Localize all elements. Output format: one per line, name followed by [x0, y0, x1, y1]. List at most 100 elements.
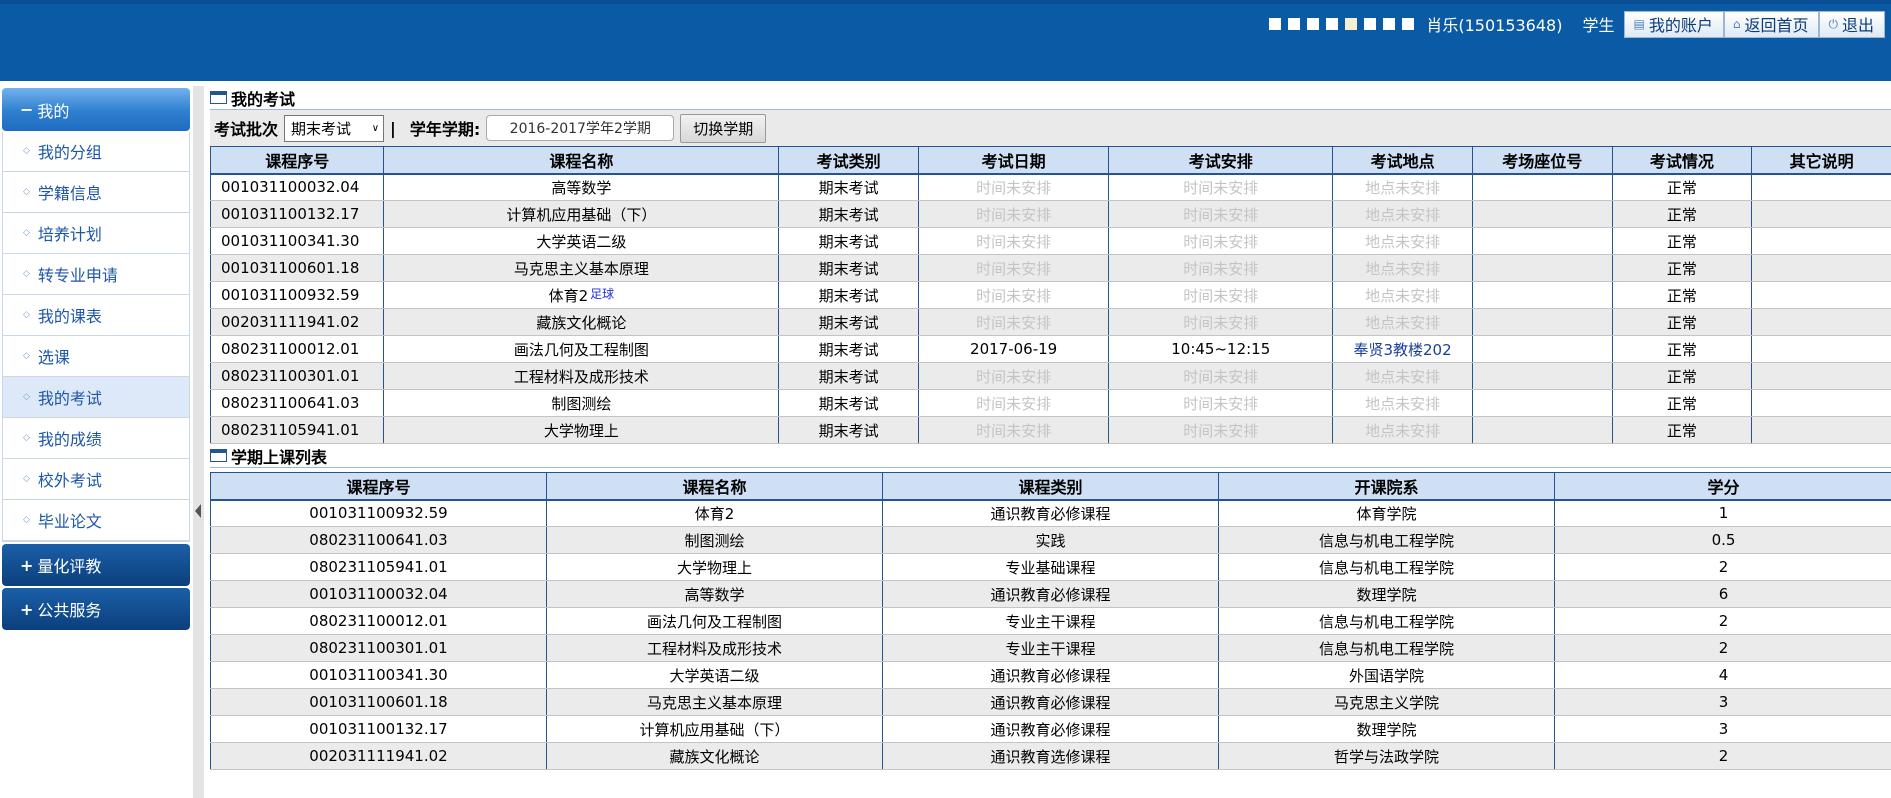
main-content: 我的考试 考试批次 期末考试 ∨ | 学年学期: 2016-2017学年2学期 …: [209, 86, 1891, 770]
collapse-arrow-icon[interactable]: [195, 504, 201, 518]
power-icon: ⏻: [1828, 16, 1838, 31]
column-header[interactable]: 课程名称: [383, 146, 780, 175]
column-header[interactable]: 考试类别: [778, 146, 920, 175]
user-role: 学生: [1582, 16, 1615, 35]
course-name-cell: 体育2: [546, 499, 883, 527]
exam-place-cell: 地点未安排: [1332, 227, 1473, 255]
course-category-cell: 通识教育必修课程: [882, 688, 1219, 716]
exam-date-cell: 时间未安排: [918, 389, 1110, 417]
course-title: 学期上课列表: [231, 447, 328, 467]
course-name-cell: 工程材料及成形技术: [383, 362, 780, 390]
my-account-button[interactable]: ▤ 我的账户: [1624, 10, 1724, 38]
column-header[interactable]: 开课院系: [1218, 472, 1555, 501]
square-icon: [1402, 18, 1415, 30]
course-category-cell: 通识教育必修课程: [882, 580, 1219, 608]
sidebar-splitter[interactable]: [193, 86, 204, 798]
bullet-icon: ◇: [23, 515, 30, 525]
course-name-cell: 大学英语二级: [383, 227, 780, 255]
course-credit-cell: 2: [1554, 634, 1891, 662]
course-code-cell: 080231105941.01: [210, 553, 547, 581]
note-cell: [1751, 200, 1891, 228]
sidebar-item[interactable]: ◇ 我的分组: [3, 131, 189, 172]
sidebar-item[interactable]: ◇ 校外考试: [3, 459, 189, 500]
table-row: 002031111941.02 藏族文化概论 期末考试 时间未安排 时间未安排 地点未安排…: [209, 308, 1891, 336]
course-name-cell: 马克思主义基本原理: [383, 254, 780, 282]
sidebar-item[interactable]: ◇ 转专业申请: [3, 254, 189, 295]
sidebar-group-my[interactable]: − 我的: [2, 88, 190, 131]
column-header[interactable]: 考试情况: [1611, 146, 1753, 175]
bullet-icon: ◇: [23, 187, 30, 197]
seat-cell: [1471, 335, 1613, 363]
course-name-cell: 计算机应用基础（下）: [546, 715, 883, 743]
exam-time-cell: 时间未安排: [1108, 362, 1334, 390]
sidebar-item[interactable]: ◇ 我的考试: [3, 377, 189, 418]
column-header[interactable]: 其它说明: [1751, 146, 1891, 175]
sidebar-item[interactable]: ◇ 选课: [3, 336, 189, 377]
home-icon: ⌂: [1732, 17, 1741, 31]
column-header[interactable]: 学分: [1554, 472, 1891, 501]
course-code-cell: 080231100012.01: [209, 335, 385, 363]
column-header[interactable]: 课程序号: [209, 146, 385, 175]
exam-time-cell: 时间未安排: [1108, 254, 1334, 282]
chevron-down-icon: ∨: [371, 122, 380, 134]
column-header[interactable]: 课程名称: [546, 472, 883, 501]
sidebar-item[interactable]: ◇ 毕业论文: [3, 500, 189, 541]
seat-cell: [1471, 308, 1613, 336]
course-name: 工程材料及成形技术: [513, 367, 649, 386]
exam-status-cell: 正常: [1611, 362, 1753, 390]
sidebar-item[interactable]: ◇ 学籍信息: [3, 172, 189, 213]
course-code-cell: 002031111941.02: [210, 742, 547, 770]
course-code-cell: 080231100301.01: [209, 362, 385, 390]
course-code-cell: 001031100132.17: [210, 715, 547, 743]
sidebar-group-public[interactable]: + 公共服务: [2, 588, 190, 630]
column-header[interactable]: 课程序号: [210, 472, 547, 501]
logout-button[interactable]: ⏻ 退出: [1819, 10, 1885, 38]
column-header[interactable]: 课程类别: [882, 472, 1219, 501]
table-row: 080231100012.01 画法几何及工程制图 专业主干课程 信息与机电工程学院 2: [210, 607, 1891, 635]
course-credit-cell: 4: [1554, 661, 1891, 689]
term-input[interactable]: 2016-2017学年2学期: [486, 115, 675, 141]
bullet-icon: ◇: [23, 351, 30, 361]
course-code-cell: 001031100341.30: [210, 661, 547, 689]
bullet-icon: ◇: [23, 392, 30, 402]
sidebar-item[interactable]: ◇ 培养计划: [3, 213, 189, 254]
exam-type-cell: 期末考试: [778, 227, 920, 255]
switch-term-button[interactable]: 切换学期: [680, 113, 767, 143]
column-header[interactable]: 考试地点: [1332, 146, 1473, 175]
seat-cell: [1471, 173, 1613, 201]
table-row: 001031100601.18 马克思主义基本原理 期末考试 时间未安排 时间未安排 地点…: [209, 254, 1891, 282]
batch-select[interactable]: 期末考试 ∨: [284, 114, 385, 142]
sidebar-item[interactable]: ◇ 我的成绩: [3, 418, 189, 459]
course-name-cell: 高等数学: [383, 173, 780, 201]
exam-date-cell: 时间未安排: [918, 227, 1110, 255]
seat-cell: [1471, 362, 1613, 390]
home-label: 返回首页: [1744, 16, 1809, 35]
bullet-icon: ◇: [23, 269, 30, 279]
table-row: 080231105941.01 大学物理上 期末考试 时间未安排 时间未安排 地点未安排正…: [209, 416, 1891, 444]
column-header[interactable]: 考试安排: [1108, 146, 1334, 175]
exam-type-cell: 期末考试: [778, 389, 920, 417]
exam-date-cell: 时间未安排: [918, 416, 1110, 444]
course-name: 制图测绘: [551, 394, 612, 413]
column-header[interactable]: 考试日期: [918, 146, 1110, 175]
sidebar-item-label: 我的课表: [37, 307, 102, 326]
note-cell: [1751, 335, 1891, 363]
home-button[interactable]: ⌂ 返回首页: [1723, 10, 1820, 38]
header-toolbar: 肖乐(150153648) 学生 ▤ 我的账户 ⌂ 返回首页 ⏻ 退出: [1269, 10, 1885, 38]
seat-cell: [1471, 281, 1613, 309]
course-credit-cell: 2: [1554, 607, 1891, 635]
course-code-cell: 001031100932.59: [210, 499, 547, 527]
sidebar-group-quant[interactable]: + 量化评教: [2, 544, 190, 586]
note-cell: [1751, 416, 1891, 444]
course-category-cell: 通识教育必修课程: [882, 715, 1219, 743]
course-name: 大学物理上: [543, 421, 619, 440]
exam-time-cell: 时间未安排: [1108, 227, 1334, 255]
note-cell: [1751, 389, 1891, 417]
sidebar-item-label: 我的考试: [37, 389, 102, 408]
column-header[interactable]: 考场座位号: [1471, 146, 1613, 175]
course-code-cell: 001031100601.18: [210, 688, 547, 716]
sidebar-group-label: 量化评教: [37, 557, 102, 576]
course-name-cell: 制图测绘: [546, 526, 883, 554]
table-row: 001031100132.17 计算机应用基础（下） 期末考试 时间未安排 时间未安排地…: [209, 200, 1891, 228]
sidebar-item[interactable]: ◇ 我的课表: [3, 295, 189, 336]
